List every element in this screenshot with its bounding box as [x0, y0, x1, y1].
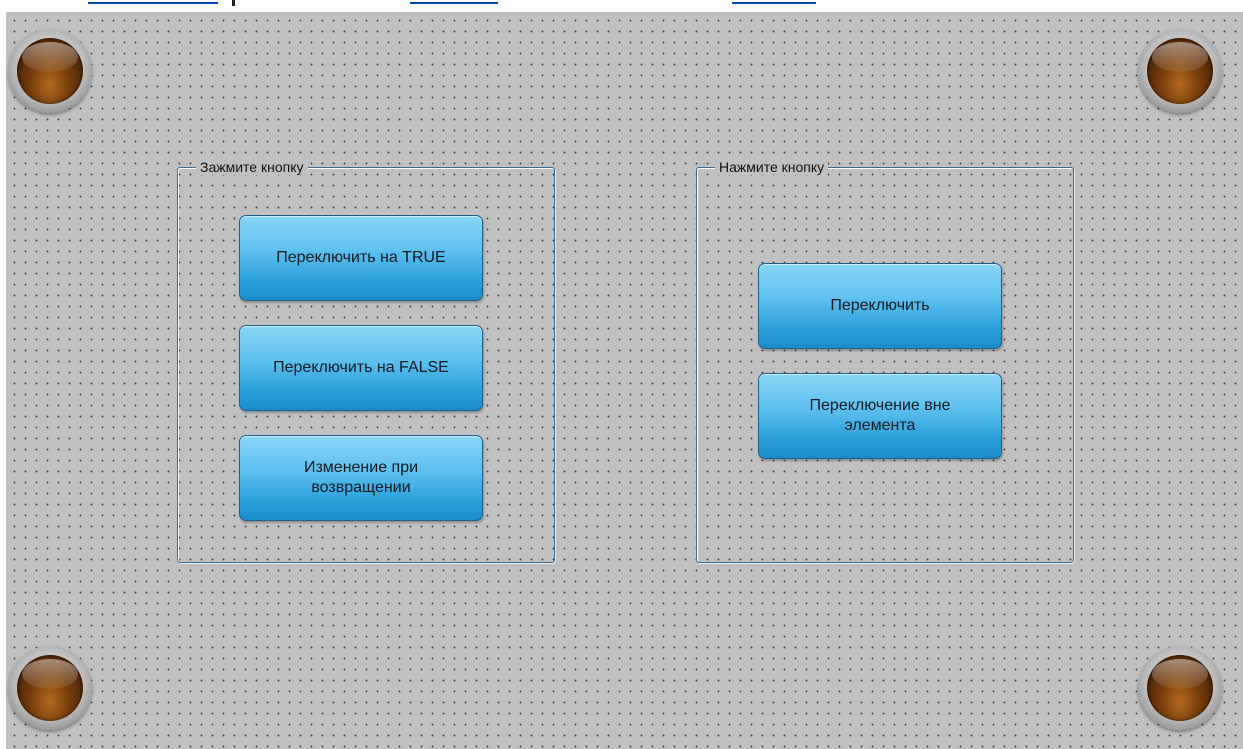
change-on-release-button[interactable]: Изменение при возвращении: [239, 435, 483, 521]
lamp-indicator-icon: [1138, 29, 1222, 113]
top-link-strip: [0, 0, 1243, 10]
top-punctuation: [232, 0, 235, 6]
toggle-false-label: Переключить на FALSE: [273, 359, 449, 376]
change-on-release-label: Изменение при возвращении: [303, 459, 419, 496]
top-link-3[interactable]: [732, 0, 816, 4]
group-press-title: Нажмите кнопку: [715, 159, 829, 175]
toggle-true-button[interactable]: Переключить на TRUE: [239, 215, 483, 301]
toggle-label: Переключить: [830, 297, 930, 314]
toggle-button[interactable]: Переключить: [758, 263, 1002, 349]
toggle-true-label: Переключить на TRUE: [276, 249, 446, 266]
toggle-outside-element-label: Переключение вне элемента: [809, 397, 951, 434]
toggle-outside-element-button[interactable]: Переключение вне элемента: [758, 373, 1002, 459]
group-press-button: Нажмите кнопку: [696, 159, 1074, 563]
lamp-indicator-icon: [8, 29, 92, 113]
visualization-canvas: Зажмите кнопку Нажмите кнопку Переключит…: [6, 12, 1243, 749]
top-link-2[interactable]: [410, 0, 498, 4]
top-link-1[interactable]: [88, 0, 218, 4]
lamp-indicator-icon: [1138, 646, 1222, 730]
toggle-false-button[interactable]: Переключить на FALSE: [239, 325, 483, 411]
lamp-indicator-icon: [8, 646, 92, 730]
group-hold-title: Зажмите кнопку: [196, 159, 308, 175]
